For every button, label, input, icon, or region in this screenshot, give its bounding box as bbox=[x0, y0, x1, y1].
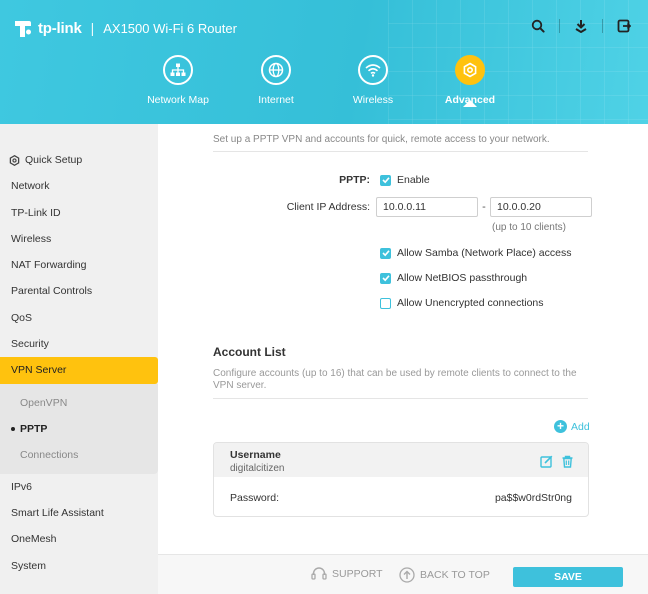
trash-icon[interactable] bbox=[561, 455, 574, 468]
account-card-body: Password: pa$$w0rdStr0ng bbox=[214, 477, 588, 516]
samba-label: Allow Samba (Network Place) access bbox=[397, 247, 572, 259]
sidebar-item-system[interactable]: System bbox=[0, 553, 158, 579]
client-ip-row: Client IP Address: 10.0.0.11 - 10.0.0.20 bbox=[258, 197, 592, 217]
header-icon-divider bbox=[559, 19, 560, 33]
header-icon-divider bbox=[602, 19, 603, 33]
ip-hint: (up to 10 clients) bbox=[492, 222, 566, 233]
sidebar-item-wireless[interactable]: Wireless bbox=[0, 226, 158, 252]
headset-icon bbox=[311, 567, 327, 580]
nav-internet[interactable]: Internet bbox=[226, 55, 326, 106]
wifi-icon bbox=[358, 55, 388, 85]
arrow-up-icon bbox=[399, 567, 415, 583]
add-account-button[interactable]: + Add bbox=[554, 420, 590, 433]
client-ip-end-input[interactable]: 10.0.0.20 bbox=[490, 197, 592, 217]
sidebar-item-qos[interactable]: QoS bbox=[0, 305, 158, 331]
account-card-header: Username digitalcitizen bbox=[214, 443, 588, 477]
checkmark-icon bbox=[381, 177, 390, 184]
sidebar: Quick Setup Network TP-Link ID Wireless … bbox=[0, 124, 158, 594]
search-icon[interactable] bbox=[530, 18, 546, 34]
samba-checkbox[interactable] bbox=[380, 247, 391, 259]
unencrypted-checkbox[interactable] bbox=[380, 297, 391, 309]
active-tab-pointer bbox=[463, 100, 477, 107]
support-label: SUPPORT bbox=[332, 568, 383, 580]
footer-bar: SUPPORT BACK TO TOP SAVE bbox=[158, 554, 648, 594]
add-label: Add bbox=[571, 420, 590, 433]
sidebar-item-ipv6[interactable]: IPv6 bbox=[0, 474, 158, 500]
sidebar-item-smart-life-assistant[interactable]: Smart Life Assistant bbox=[0, 500, 158, 526]
nav-wireless[interactable]: Wireless bbox=[323, 55, 423, 106]
gear-icon bbox=[9, 154, 20, 166]
pptp-enable-row: PPTP: Enable bbox=[278, 174, 430, 186]
password-label: Password: bbox=[230, 492, 280, 504]
account-list-title: Account List bbox=[213, 345, 286, 359]
pptp-enable-label: Enable bbox=[397, 174, 430, 186]
brand-name: tp-link bbox=[38, 19, 82, 37]
ip-range-dash: - bbox=[482, 201, 486, 213]
sidebar-item-tp-link-id[interactable]: TP-Link ID bbox=[0, 200, 158, 226]
sidebar-subitem-openvpn[interactable]: OpenVPN bbox=[0, 390, 158, 416]
netbios-label: Allow NetBIOS passthrough bbox=[397, 272, 528, 284]
nav-label: Network Map bbox=[147, 94, 209, 106]
save-button[interactable]: SAVE bbox=[513, 567, 623, 587]
header-separator: | bbox=[90, 20, 95, 36]
sidebar-item-vpn-server[interactable]: VPN Server bbox=[0, 357, 158, 384]
sidebar-subitem-connections[interactable]: Connections bbox=[0, 442, 158, 468]
sidebar-item-security[interactable]: Security bbox=[0, 331, 158, 357]
sidebar-item-parental-controls[interactable]: Parental Controls bbox=[0, 278, 158, 304]
sidebar-item-onemesh[interactable]: OneMesh bbox=[0, 526, 158, 552]
tp-link-logo-icon bbox=[15, 21, 31, 37]
sidebar-subitem-pptp[interactable]: PPTP bbox=[0, 416, 158, 442]
username-label: Username bbox=[230, 449, 281, 461]
sidebar-item-nat-forwarding[interactable]: NAT Forwarding bbox=[0, 252, 158, 278]
account-list-description: Configure accounts (up to 16) that can b… bbox=[213, 368, 588, 399]
plus-icon: + bbox=[554, 420, 567, 433]
account-actions bbox=[540, 455, 574, 468]
password-value: pa$$w0rdStr0ng bbox=[494, 492, 572, 504]
support-link[interactable]: SUPPORT bbox=[311, 567, 383, 581]
router-model: AX1500 Wi-Fi 6 Router bbox=[103, 20, 237, 36]
account-card: Username digitalcitizen Password: pa$$w0… bbox=[213, 442, 589, 517]
nav-label: Wireless bbox=[352, 94, 394, 106]
main-content: Set up a PPTP VPN and accounts for quick… bbox=[158, 124, 648, 554]
unencrypted-option-row: Allow Unencrypted connections bbox=[380, 297, 544, 309]
netbios-checkbox[interactable] bbox=[380, 272, 391, 284]
checkmark-icon bbox=[381, 250, 390, 257]
network-map-icon bbox=[163, 55, 193, 85]
pptp-enable-checkbox[interactable] bbox=[380, 174, 391, 186]
pptp-intro-text: Set up a PPTP VPN and accounts for quick… bbox=[213, 134, 588, 152]
sidebar-item-network[interactable]: Network bbox=[0, 173, 158, 199]
client-ip-start-input[interactable]: 10.0.0.11 bbox=[376, 197, 478, 217]
username-value: digitalcitizen bbox=[230, 463, 285, 474]
checkmark-icon bbox=[381, 275, 390, 282]
back-to-top-label: BACK TO TOP bbox=[420, 569, 490, 581]
samba-option-row: Allow Samba (Network Place) access bbox=[380, 247, 571, 259]
nav-label: Internet bbox=[258, 94, 294, 106]
sidebar-item-label: Quick Setup bbox=[25, 154, 83, 166]
nav-advanced[interactable]: Advanced bbox=[420, 55, 520, 107]
gear-icon bbox=[455, 55, 485, 85]
vpn-submenu: OpenVPN PPTP Connections bbox=[0, 383, 158, 474]
back-to-top-link[interactable]: BACK TO TOP bbox=[399, 567, 490, 583]
edit-icon[interactable] bbox=[540, 455, 553, 468]
globe-icon bbox=[261, 55, 291, 85]
main-nav: Network Map Internet Wireless Advanced bbox=[0, 55, 648, 124]
sidebar-item-quick-setup[interactable]: Quick Setup bbox=[0, 147, 158, 173]
netbios-option-row: Allow NetBIOS passthrough bbox=[380, 272, 527, 284]
nav-network-map[interactable]: Network Map bbox=[128, 55, 228, 106]
unencrypted-label: Allow Unencrypted connections bbox=[397, 297, 544, 309]
client-ip-label: Client IP Address: bbox=[286, 201, 370, 213]
header-actions bbox=[530, 18, 632, 34]
logout-icon[interactable] bbox=[616, 18, 632, 34]
brand-logo[interactable]: tp-link | AX1500 Wi-Fi 6 Router bbox=[12, 17, 237, 39]
pptp-label: PPTP: bbox=[339, 174, 370, 186]
download-icon[interactable] bbox=[573, 18, 589, 34]
top-header: tp-link | AX1500 Wi-Fi 6 Router Network … bbox=[0, 0, 648, 124]
